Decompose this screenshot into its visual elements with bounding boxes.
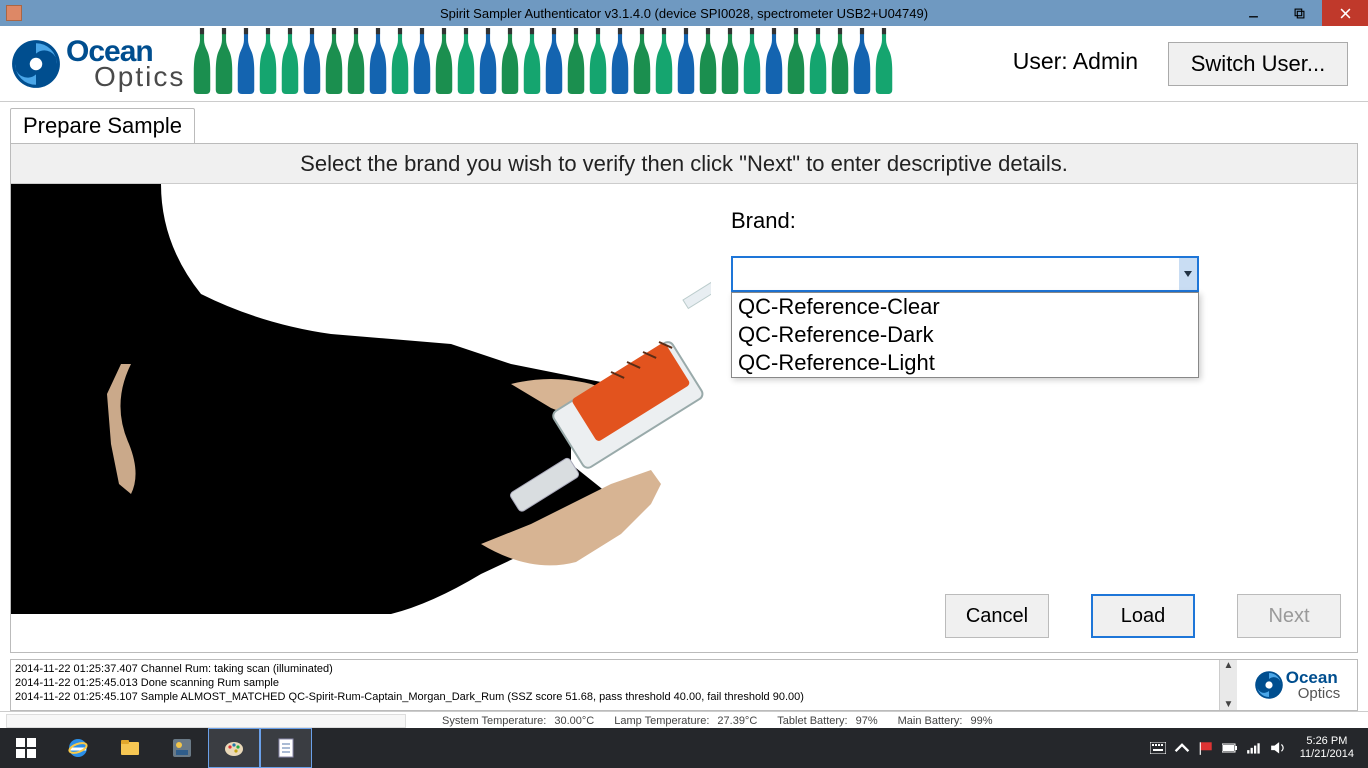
bottle-icon [785, 28, 807, 99]
tray-time: 5:26 PM [1300, 735, 1354, 748]
log-panel: 2014-11-22 01:25:37.407 Channel Rum: tak… [10, 659, 1358, 711]
log-text: 2014-11-22 01:25:37.407 Channel Rum: tak… [11, 660, 1219, 710]
cancel-button[interactable]: Cancel [945, 594, 1049, 638]
tablet-batt-label: Tablet Battery: [777, 715, 847, 727]
battery-icon[interactable] [1222, 740, 1238, 756]
bottle-icon [851, 28, 873, 99]
maximize-button[interactable] [1276, 0, 1322, 26]
bottle-icon [543, 28, 565, 99]
load-button[interactable]: Load [1091, 594, 1195, 638]
brand-dropdown[interactable]: QC-Reference-ClearQC-Reference-DarkQC-Re… [731, 292, 1199, 378]
bottle-icon [257, 28, 279, 99]
footer-logo: OceanOptics [1237, 660, 1357, 710]
bottle-icon [301, 28, 323, 99]
keyboard-icon[interactable] [1150, 740, 1166, 756]
taskbar-explorer-icon[interactable] [104, 728, 156, 768]
lamp-temp-value: 27.39°C [717, 715, 757, 727]
tab-prepare-sample[interactable]: Prepare Sample [10, 108, 195, 143]
system-tray: 5:26 PM 11/21/2014 [1142, 728, 1368, 768]
flag-icon[interactable] [1198, 740, 1214, 756]
taskbar-ie-icon[interactable] [52, 728, 104, 768]
bottle-icon [499, 28, 521, 99]
main-batt-label: Main Battery: [898, 715, 963, 727]
bottle-icon [587, 28, 609, 99]
taskbar: 5:26 PM 11/21/2014 [0, 728, 1368, 768]
brand-option[interactable]: QC-Reference-Dark [732, 321, 1198, 349]
tablet-batt-value: 97% [856, 715, 878, 727]
bottle-icon [521, 28, 543, 99]
bottle-icon [345, 28, 367, 99]
start-button[interactable] [0, 728, 52, 768]
bottle-icon [279, 28, 301, 99]
bottle-icon [411, 28, 433, 99]
brand-logo: Ocean Optics [10, 37, 185, 91]
logo-text-2: Optics [94, 63, 185, 91]
header: Ocean Optics [0, 26, 1368, 102]
sys-temp-value: 30.00°C [554, 715, 594, 727]
bottle-icon [455, 28, 477, 99]
bottle-icon [389, 28, 411, 99]
brand-panel: Brand: QC-Reference-ClearQC-Reference-Da… [711, 184, 1357, 614]
window-titlebar: Spirit Sampler Authenticator v3.1.4.0 (d… [0, 0, 1368, 26]
bottle-row-decoration [191, 29, 895, 99]
window-title: Spirit Sampler Authenticator v3.1.4.0 (d… [0, 6, 1368, 21]
taskbar-paint-icon[interactable] [208, 728, 260, 768]
sys-temp-label: System Temperature: [442, 715, 546, 727]
bottle-icon [719, 28, 741, 99]
bottle-icon [433, 28, 455, 99]
switch-user-button[interactable]: Switch User... [1168, 42, 1348, 86]
wifi-icon[interactable] [1246, 740, 1262, 756]
minimize-button[interactable] [1230, 0, 1276, 26]
bottle-icon [697, 28, 719, 99]
instruction-banner: Select the brand you wish to verify then… [11, 144, 1357, 184]
bottle-icon [763, 28, 785, 99]
bottle-icon [367, 28, 389, 99]
status-bar: System Temperature: 30.00°C Lamp Tempera… [0, 711, 1368, 729]
brand-option[interactable]: QC-Reference-Light [732, 349, 1198, 377]
brand-combobox[interactable] [731, 256, 1199, 292]
footer-logo-text-2: Optics [1298, 686, 1341, 701]
bottle-icon [323, 28, 345, 99]
content-frame: Select the brand you wish to verify then… [10, 143, 1358, 653]
combobox-arrow-icon[interactable] [1179, 258, 1197, 290]
tray-chevron-icon[interactable] [1174, 740, 1190, 756]
main-batt-value: 99% [970, 715, 992, 727]
bottle-icon [213, 28, 235, 99]
taskbar-notepad-icon[interactable] [260, 728, 312, 768]
bottle-icon [873, 28, 895, 99]
status-stub [6, 714, 406, 728]
ocean-optics-swirl-icon [10, 38, 62, 90]
volume-icon[interactable] [1270, 740, 1286, 756]
lamp-temp-label: Lamp Temperature: [614, 715, 709, 727]
bottle-icon [477, 28, 499, 99]
close-button[interactable] [1322, 0, 1368, 26]
scroll-down-icon[interactable]: ▼ [1224, 699, 1234, 710]
tab-row: Prepare Sample [10, 108, 1358, 143]
bottle-icon [631, 28, 653, 99]
bottle-icon [235, 28, 257, 99]
sample-illustration [11, 184, 711, 614]
bottle-icon [675, 28, 697, 99]
brand-option[interactable]: QC-Reference-Clear [732, 293, 1198, 321]
bottle-icon [609, 28, 631, 99]
tray-clock[interactable]: 5:26 PM 11/21/2014 [1294, 735, 1360, 761]
bottle-icon [807, 28, 829, 99]
user-label: User: Admin [1013, 48, 1138, 75]
next-button[interactable]: Next [1237, 594, 1341, 638]
bottle-icon [741, 28, 763, 99]
ocean-optics-swirl-icon [1254, 670, 1284, 700]
log-scrollbar[interactable]: ▲ ▼ [1219, 660, 1237, 710]
bottle-icon [191, 28, 213, 99]
scroll-up-icon[interactable]: ▲ [1224, 660, 1234, 671]
brand-label: Brand: [731, 208, 1337, 234]
tray-date: 11/21/2014 [1300, 748, 1354, 761]
bottle-icon [565, 28, 587, 99]
taskbar-app1-icon[interactable] [156, 728, 208, 768]
bottle-icon [653, 28, 675, 99]
footer-logo-text-1: Ocean [1286, 669, 1341, 686]
bottle-icon [829, 28, 851, 99]
